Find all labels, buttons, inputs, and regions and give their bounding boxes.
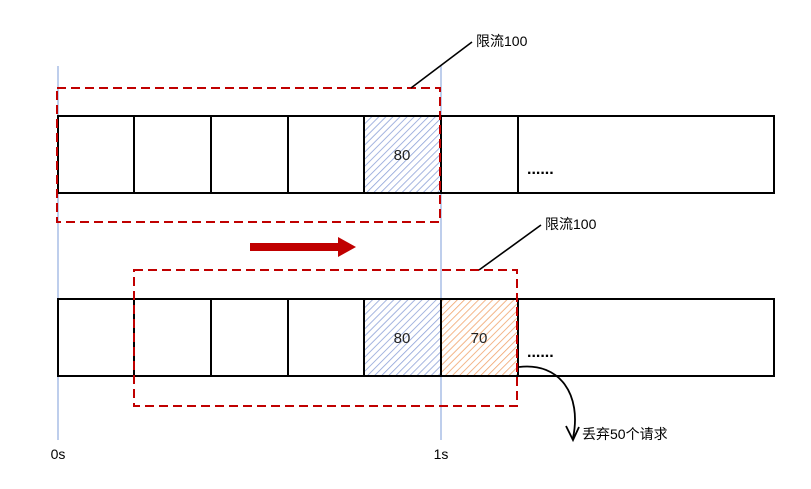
top-cell-2 — [133, 115, 212, 194]
bottom-cell-5-value: 80 — [394, 330, 411, 347]
top-cell-tail — [517, 115, 775, 194]
top-cell-6 — [440, 115, 519, 194]
top-cell-4 — [287, 115, 365, 194]
discard-arrowhead — [565, 425, 580, 443]
bottom-cell-1 — [57, 298, 135, 377]
axis-label-0s: 0s — [51, 446, 66, 462]
bottom-cell-3 — [210, 298, 289, 377]
bottom-window-label: 限流100 — [545, 216, 597, 232]
top-window-label: 限流100 — [476, 33, 528, 49]
top-cell-5-value: 80 — [394, 147, 411, 164]
sliding-window-diagram: 80 ...... 限流100 80 70 ...... 限流100 丢弃50个… — [51, 33, 775, 462]
slide-arrow — [250, 237, 356, 257]
bottom-window-callout — [478, 224, 542, 271]
bottom-row: 80 70 ...... — [57, 298, 775, 377]
top-cell-1 — [57, 115, 135, 194]
bottom-ellipsis: ...... — [527, 344, 554, 361]
top-row: 80 ...... — [57, 115, 775, 194]
axis-label-1s: 1s — [434, 446, 449, 462]
bottom-cell-6-value: 70 — [471, 330, 488, 347]
top-ellipsis: ...... — [527, 161, 554, 178]
bottom-cell-2 — [133, 298, 212, 377]
discard-label: 丢弃50个请求 — [582, 426, 668, 442]
bottom-cell-4 — [287, 298, 365, 377]
top-cell-3 — [210, 115, 289, 194]
bottom-cell-tail — [517, 298, 775, 377]
